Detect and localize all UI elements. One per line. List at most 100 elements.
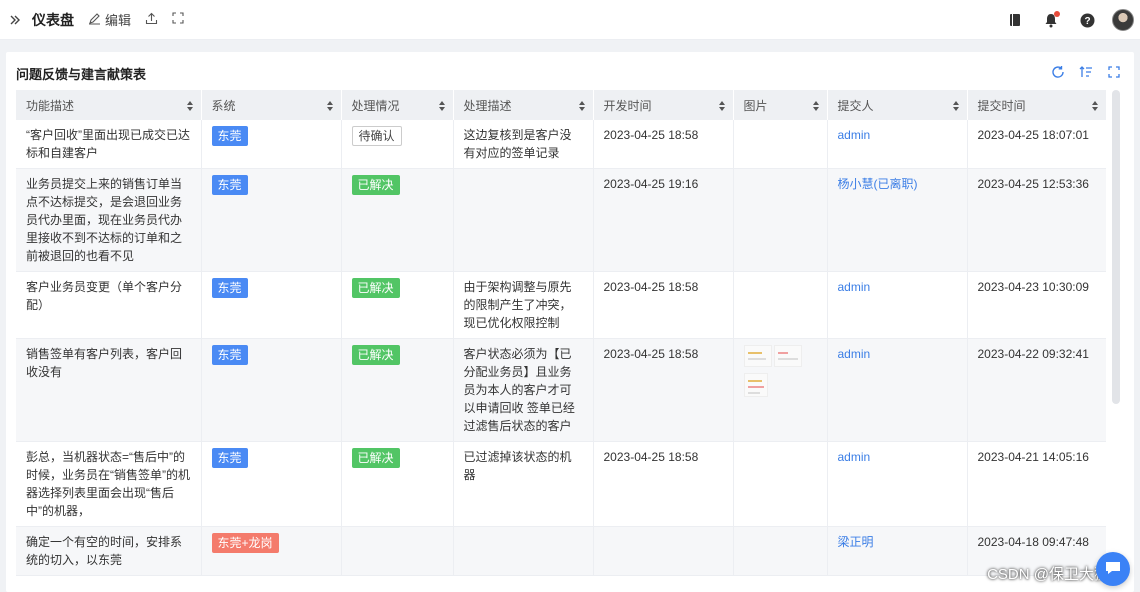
- cell-submit-time: 2023-04-21 14:05:16: [967, 441, 1106, 527]
- cell-image: [733, 338, 828, 442]
- column-header-label: 处理描述: [463, 98, 512, 113]
- cell-description: 彭总，当机器状态=“售后中”的时候，业务员在“销售签单”的机器选择列表里面会出现…: [16, 441, 202, 527]
- cell-status: 待确认: [341, 120, 454, 169]
- table-row[interactable]: 确定一个有空的时间，安排系统的切入，以东莞 东莞+龙岗 梁正明 2023-04-18 …: [16, 526, 1106, 576]
- column-header[interactable]: 系统: [201, 90, 342, 120]
- cell-submitter[interactable]: admin: [827, 441, 968, 527]
- image-thumbnails[interactable]: [743, 345, 814, 405]
- cell-system: 东莞: [201, 338, 342, 442]
- cell-dev-time: 2023-04-25 18:58: [593, 338, 734, 442]
- expand-sidebar-icon[interactable]: [4, 9, 26, 31]
- sort-toggle-icon[interactable]: [718, 100, 725, 111]
- status-badge: 已解决: [351, 175, 400, 195]
- system-tag: 东莞+龙岗: [211, 533, 279, 553]
- cell-submitter[interactable]: 梁正明: [827, 526, 968, 576]
- cell-image: [733, 120, 828, 169]
- cell-system: 东莞: [201, 120, 342, 169]
- report-panel: 问题反馈与建言献策表 功能描述 系统 处理情况 处理描述 开发时间 图片 提交人 提交时间 “…: [6, 52, 1134, 592]
- table-row[interactable]: 彭总，当机器状态=“售后中”的时候，业务员在“销售签单”的机器选择列表里面会出现…: [16, 441, 1106, 527]
- refresh-icon[interactable]: [1048, 62, 1068, 82]
- cell-submitter[interactable]: admin: [827, 120, 968, 169]
- system-tag: 东莞: [211, 278, 248, 298]
- edit-button[interactable]: 编辑: [88, 10, 131, 29]
- share-icon: [145, 12, 158, 28]
- system-tag: 东莞: [211, 345, 248, 365]
- share-button[interactable]: [145, 12, 158, 28]
- edit-icon: [88, 12, 101, 28]
- status-badge: 已解决: [351, 448, 400, 468]
- column-header-label: 开发时间: [603, 98, 652, 113]
- cell-handling: 已过滤掉该状态的机器: [453, 441, 594, 527]
- bell-icon[interactable]: [1040, 9, 1062, 31]
- column-header[interactable]: 处理描述: [453, 90, 594, 120]
- cell-image: [733, 168, 828, 272]
- image-thumbnail[interactable]: [773, 345, 802, 367]
- fullscreen-icon[interactable]: [1104, 62, 1124, 82]
- column-header-label: 提交时间: [977, 98, 1026, 113]
- cell-dev-time: [593, 526, 734, 576]
- system-tag: 东莞: [211, 448, 248, 468]
- cell-handling: 由于架构调整与原先的限制产生了冲突，现已优化权限控制: [453, 271, 594, 339]
- avatar: [1112, 9, 1134, 31]
- sort-toggle-icon[interactable]: [952, 100, 959, 111]
- cell-handling: [453, 526, 594, 576]
- sort-toggle-icon[interactable]: [578, 100, 585, 111]
- cell-submitter[interactable]: admin: [827, 271, 968, 339]
- submitter-link[interactable]: admin: [838, 128, 871, 142]
- table-row[interactable]: “客户回收”里面出现已成交已达标和自建客户 东莞 待确认 这边复核到是客户没有对应的签…: [16, 120, 1106, 169]
- cell-description: 确定一个有空的时间，安排系统的切入，以东莞: [16, 526, 202, 576]
- panel-tools: [1040, 62, 1124, 82]
- cell-submitter[interactable]: admin: [827, 338, 968, 442]
- cell-submit-time: 2023-04-22 09:32:41: [967, 338, 1106, 442]
- cell-submit-time: 2023-04-23 10:30:09: [967, 271, 1106, 339]
- cell-system: 东莞: [201, 168, 342, 272]
- cell-status: 已解决: [341, 441, 454, 527]
- column-header[interactable]: 功能描述: [16, 90, 202, 120]
- edit-button-label: 编辑: [105, 13, 132, 28]
- sort-toggle-icon[interactable]: [186, 100, 193, 111]
- sort-toggle-icon[interactable]: [1091, 100, 1098, 111]
- submitter-link[interactable]: 梁正明: [838, 535, 874, 549]
- table-header-row: 功能描述 系统 处理情况 处理描述 开发时间 图片 提交人 提交时间: [16, 90, 1106, 120]
- image-thumbnail[interactable]: [743, 345, 772, 367]
- cell-status: 已解决: [341, 168, 454, 272]
- top-bar-right-tools: ?: [990, 0, 1134, 40]
- cell-handling: [453, 168, 594, 272]
- sort-toggle-icon[interactable]: [326, 100, 333, 111]
- submitter-link[interactable]: 杨小慧(已离职): [838, 177, 918, 191]
- page-title: 仪表盘: [32, 11, 74, 28]
- user-avatar[interactable]: [1112, 9, 1134, 31]
- column-header-label: 处理情况: [351, 98, 400, 113]
- table-row[interactable]: 业务员提交上来的销售订单当点不达标提交，是会退回业务员代办里面，现在业务员代办里…: [16, 168, 1106, 272]
- cell-submit-time: 2023-04-25 18:07:01: [967, 120, 1106, 169]
- column-header[interactable]: 提交时间: [967, 90, 1106, 120]
- sort-toggle-icon[interactable]: [438, 100, 445, 111]
- cell-description: 客户业务员变更（单个客户分配）: [16, 271, 202, 339]
- cell-description: “客户回收”里面出现已成交已达标和自建客户: [16, 120, 202, 169]
- cell-image: [733, 526, 828, 576]
- notification-dot: [1054, 11, 1060, 17]
- sort-icon[interactable]: [1076, 62, 1096, 82]
- cell-status: 已解决: [341, 271, 454, 339]
- column-header[interactable]: 提交人: [827, 90, 968, 120]
- table-body: “客户回收”里面出现已成交已达标和自建客户 东莞 待确认 这边复核到是客户没有对应的签…: [16, 120, 1106, 576]
- status-badge: 已解决: [351, 278, 400, 298]
- image-thumbnail[interactable]: [743, 373, 768, 397]
- vertical-scrollbar[interactable]: [1112, 90, 1120, 404]
- submitter-link[interactable]: admin: [838, 450, 871, 464]
- fullscreen-button[interactable]: [172, 12, 184, 27]
- help-icon[interactable]: ?: [1076, 9, 1098, 31]
- column-header[interactable]: 开发时间: [593, 90, 734, 120]
- table-row[interactable]: 销售签单有客户列表，客户回收没有 东莞 已解决 客户状态必须为【已分配业务员】且业务员…: [16, 338, 1106, 442]
- chat-button[interactable]: [1096, 552, 1130, 586]
- cell-status: 已解决: [341, 338, 454, 442]
- column-header[interactable]: 处理情况: [341, 90, 454, 120]
- submitter-link[interactable]: admin: [838, 280, 871, 294]
- table-row[interactable]: 客户业务员变更（单个客户分配） 东莞 已解决 由于架构调整与原先的限制产生了冲突，现已…: [16, 271, 1106, 339]
- cell-submit-time: 2023-04-25 12:53:36: [967, 168, 1106, 272]
- column-header[interactable]: 图片: [733, 90, 828, 120]
- sort-toggle-icon[interactable]: [812, 100, 819, 111]
- submitter-link[interactable]: admin: [838, 347, 871, 361]
- cell-submitter[interactable]: 杨小慧(已离职): [827, 168, 968, 272]
- book-icon[interactable]: [1004, 9, 1026, 31]
